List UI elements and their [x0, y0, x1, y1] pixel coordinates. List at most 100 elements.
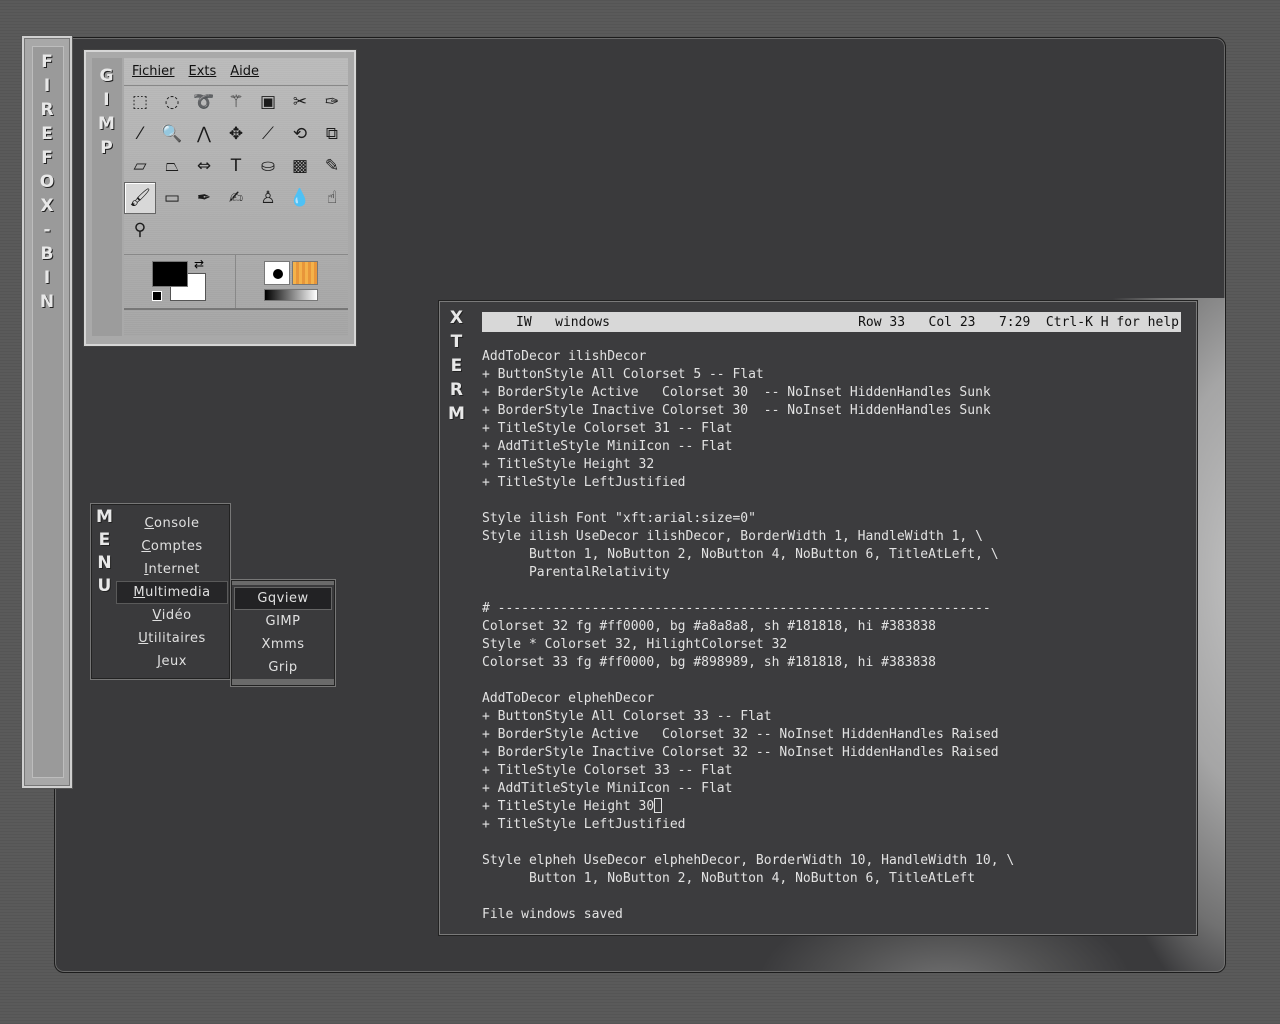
submenu-item-grip[interactable]: Grip	[232, 656, 334, 679]
rect-select-icon[interactable]: ⬚	[124, 86, 156, 118]
menu-item-internet[interactable]: Internet	[116, 558, 228, 581]
magic-wand-icon[interactable]: ⚚	[220, 86, 252, 118]
menu-item-comptes[interactable]: Comptes	[116, 535, 228, 558]
ink-icon[interactable]: ✍	[220, 182, 252, 214]
crop-icon[interactable]: ⟋	[252, 118, 284, 150]
scissors-icon[interactable]: ✂	[284, 86, 316, 118]
gimp-toolbox-window[interactable]: GIMP Fichier Exts Aide ⬚ ◌ ➰ ⚚ ▣ ✂ ✑ ⁄ 🔍 ⋀ ✥ ⟋ ⟲ ⧉ ▱ ⏢ ⇔…	[84, 50, 356, 346]
foreground-color-swatch[interactable]	[152, 261, 188, 287]
lasso-icon[interactable]: ➰	[188, 86, 220, 118]
terminal-line: ParentalRelativity	[482, 565, 670, 580]
menu-title: MENU	[96, 509, 113, 601]
clone-icon[interactable]: ♙	[252, 182, 284, 214]
submenu-item-xmms[interactable]: Xmms	[232, 633, 334, 656]
menu-exts[interactable]: Exts	[189, 64, 217, 79]
terminal-line: + AddTitleStyle MiniIcon -- Flat	[482, 439, 733, 454]
rotate-icon[interactable]: ⟲	[284, 118, 316, 150]
shear-icon[interactable]: ▱	[124, 150, 156, 182]
flip-icon[interactable]: ⇔	[188, 150, 220, 182]
terminal-line: Button 1, NoButton 2, NoButton 4, NoButt…	[482, 547, 999, 562]
firefox-window[interactable]: FIREFOX-BIN	[22, 36, 72, 788]
xterm-window-title[interactable]: XTERM	[448, 310, 465, 430]
menu-item-vidéo[interactable]: Vidéo	[116, 604, 228, 627]
select-by-color-icon[interactable]: ▣	[252, 86, 284, 118]
paintbrush-icon[interactable]: 🖌	[124, 182, 156, 214]
move-icon[interactable]: ✥	[220, 118, 252, 150]
brush-pattern-gradient	[236, 255, 348, 308]
terminal-line: Colorset 32 fg #ff0000, bg #a8a8a8, sh #…	[482, 619, 936, 634]
menu-title-letter: M	[96, 507, 113, 527]
submenu-items: Gqview GIMP Xmms Grip	[232, 587, 334, 679]
text-icon[interactable]: T	[220, 150, 252, 182]
color-picker-icon[interactable]: ⁄	[124, 118, 156, 150]
terminal-line: Style elpheh UseDecor elphehDecor, Borde…	[482, 853, 1015, 868]
terminal-line: + BorderStyle Active Colorset 32 -- NoIn…	[482, 727, 999, 742]
terminal-line: + ButtonStyle All Colorset 33 -- Flat	[482, 709, 772, 724]
gimp-title-letter: M	[98, 114, 115, 134]
zoom-icon[interactable]: 🔍	[156, 118, 188, 150]
terminal-line: + ButtonStyle All Colorset 5 -- Flat	[482, 367, 764, 382]
swap-colors-icon[interactable]: ⇄	[194, 257, 204, 271]
editor-status-bar: IW windows Row 33 Col 23 7:29 Ctrl-K H f…	[482, 312, 1181, 332]
terminal-line: File windows saved	[482, 907, 623, 922]
smudge-icon[interactable]: ☝	[316, 182, 348, 214]
terminal-line: Style * Colorset 32, HilightColorset 32	[482, 637, 788, 652]
firefox-title-letter: I	[43, 76, 51, 96]
terminal-text[interactable]: AddToDecor ilishDecor + ButtonStyle All C…	[482, 348, 1182, 924]
pencil-icon[interactable]: ✎	[316, 150, 348, 182]
firefox-window-title[interactable]: FIREFOX-BIN	[36, 54, 58, 318]
eraser-icon[interactable]: ▭	[156, 182, 188, 214]
terminal-line: + AddTitleStyle MiniIcon -- Flat	[482, 781, 733, 796]
gimp-color-area: ⇄	[124, 254, 348, 310]
bucket-fill-icon[interactable]: ⛀	[252, 150, 284, 182]
gimp-title-letter: P	[100, 138, 113, 158]
firefox-title-letter: N	[39, 292, 55, 312]
reset-colors-icon[interactable]	[152, 291, 162, 301]
ellipse-select-icon[interactable]: ◌	[156, 86, 188, 118]
measure-icon[interactable]: ⋀	[188, 118, 220, 150]
root-menu[interactable]: MENU Console Comptes Internet Multimedia Vid…	[91, 504, 230, 679]
menu-fichier[interactable]: Fichier	[132, 64, 175, 79]
fg-bg-colors[interactable]: ⇄	[124, 255, 236, 308]
submenu-item-gimp[interactable]: GIMP	[232, 610, 334, 633]
perspective-icon[interactable]: ⏢	[156, 150, 188, 182]
submenu-top-border	[232, 581, 334, 585]
paths-icon[interactable]: ✑	[316, 86, 348, 118]
gradient-selector[interactable]	[264, 289, 318, 301]
firefox-title-letter: X	[40, 196, 54, 216]
blur-icon[interactable]: 💧	[284, 182, 316, 214]
menu-item-multimedia[interactable]: Multimedia	[116, 581, 228, 604]
terminal-line: + TitleStyle Colorset 31 -- Flat	[482, 421, 733, 436]
status-position: Row 33 Col 23 7:29 Ctrl-K H for help	[858, 314, 1179, 330]
terminal-line: Style ilish UseDecor ilishDecor, BorderW…	[482, 529, 983, 544]
dodge-burn-icon[interactable]: ⚲	[124, 214, 156, 246]
scale-icon[interactable]: ⧉	[316, 118, 348, 150]
xterm-title-letter: X	[449, 308, 464, 328]
gimp-toolbox-body: Fichier Exts Aide ⬚ ◌ ➰ ⚚ ▣ ✂ ✑ ⁄ 🔍 ⋀ ✥ ⟋ ⟲ ⧉ ▱ ⏢ ⇔ T ⛀ ▩ ✎ 🖌…	[124, 58, 348, 336]
gimp-title-letter: G	[99, 66, 114, 86]
gimp-menubar: Fichier Exts Aide	[124, 58, 348, 86]
terminal-line: + BorderStyle Inactive Colorset 30 -- No…	[482, 403, 991, 418]
menu-item-utilitaires[interactable]: Utilitaires	[116, 627, 228, 650]
blend-icon[interactable]: ▩	[284, 150, 316, 182]
menu-item-jeux[interactable]: Jeux	[116, 650, 228, 673]
pattern-selector[interactable]	[292, 261, 318, 285]
menu-aide[interactable]: Aide	[230, 64, 259, 79]
firefox-title-letter: B	[40, 244, 54, 264]
airbrush-icon[interactable]: ✒	[188, 182, 220, 214]
brush-selector[interactable]	[264, 261, 290, 285]
firefox-title-letter: I	[43, 268, 51, 288]
gimp-title-letter: I	[103, 90, 110, 110]
gimp-window-title[interactable]: GIMP	[98, 68, 115, 164]
text-cursor	[654, 798, 663, 813]
multimedia-submenu[interactable]: Gqview GIMP Xmms Grip	[231, 580, 335, 686]
xterm-window[interactable]: XTERM IW windows Row 33 Col 23 7:29 Ctrl…	[439, 301, 1197, 935]
menu-item-console[interactable]: Console	[116, 512, 228, 535]
submenu-item-gqview[interactable]: Gqview	[234, 587, 332, 610]
menu-items: Console Comptes Internet Multimedia Vidéo Uti…	[116, 512, 228, 673]
terminal-line: + TitleStyle LeftJustified	[482, 817, 686, 832]
terminal-line: + TitleStyle LeftJustified	[482, 475, 686, 490]
